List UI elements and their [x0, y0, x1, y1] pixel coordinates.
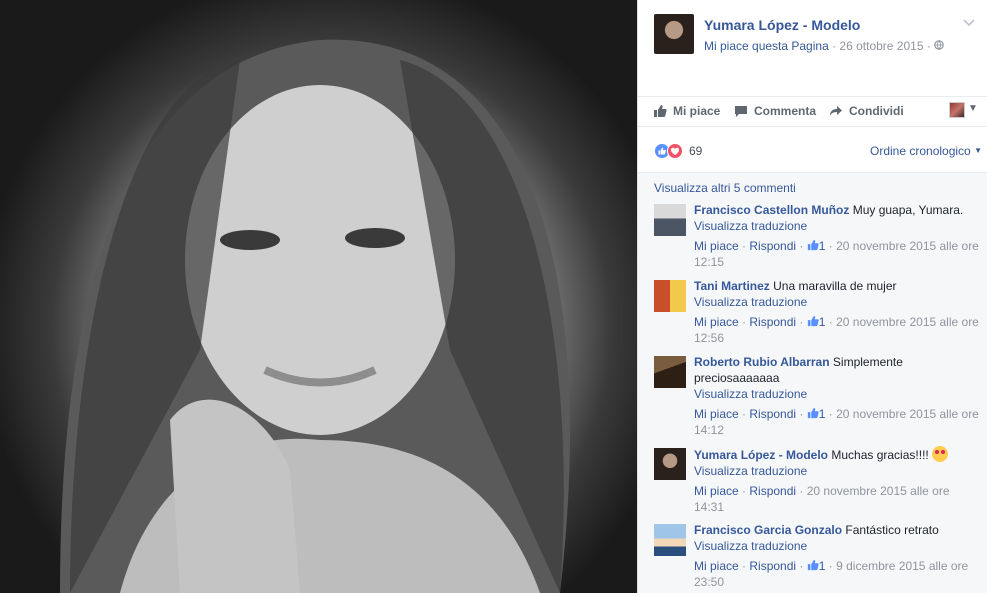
globe-icon: [934, 39, 944, 53]
comment-text: Muy guapa, Yumara.: [852, 203, 964, 217]
comment-reply-link[interactable]: Rispondi: [749, 484, 796, 498]
reaction-count[interactable]: 69: [689, 144, 702, 158]
comment-text: Una maravilla de mujer: [773, 279, 897, 293]
sort-label: Ordine cronologico: [870, 144, 971, 158]
comment-text: Muchas gracias!!!!: [831, 448, 929, 462]
thumbs-up-icon: [807, 559, 819, 571]
thumbs-up-icon: [653, 104, 667, 118]
view-more-comments-link[interactable]: Visualizza altri 5 commenti: [654, 181, 796, 195]
post-sidebar: Yumara López - Modelo Mi piace questa Pa…: [637, 0, 987, 593]
avatar[interactable]: [654, 448, 686, 480]
comment-author[interactable]: Roberto Rubio Albarran: [694, 355, 830, 369]
view-translation-link[interactable]: Visualizza traduzione: [694, 538, 979, 554]
post-date[interactable]: 26 ottobre 2015: [839, 39, 923, 53]
comment-author[interactable]: Tani Martinez: [694, 279, 770, 293]
portrait-image: [60, 39, 570, 593]
comment-like-count[interactable]: 1: [819, 559, 826, 573]
comment-like-count[interactable]: 1: [819, 315, 826, 329]
page-avatar[interactable]: [654, 14, 694, 54]
heart-reaction-icon[interactable]: [667, 143, 683, 159]
view-translation-link[interactable]: Visualizza traduzione: [694, 386, 979, 402]
view-translation-link[interactable]: Visualizza traduzione: [694, 463, 979, 479]
view-translation-link[interactable]: Visualizza traduzione: [694, 218, 979, 234]
comment-author[interactable]: Yumara López - Modelo: [694, 448, 828, 462]
comment-author[interactable]: Francisco Garcia Gonzalo: [694, 523, 842, 537]
comment-button-label: Commenta: [754, 104, 817, 118]
comment-button[interactable]: Commenta: [734, 104, 816, 118]
comment-meta: Mi piace · Rispondi · 1 · 20 novembre 20…: [694, 315, 979, 345]
like-button[interactable]: Mi piace: [653, 104, 720, 118]
share-button[interactable]: Condividi: [829, 104, 904, 118]
page-name-link[interactable]: Yumara López - Modelo: [704, 17, 860, 33]
comment-meta: Mi piace · Rispondi · 1 · 9 dicembre 201…: [694, 559, 969, 589]
comment-meta: Mi piace · Rispondi · 1 · 20 novembre 20…: [694, 407, 979, 437]
comment-like-link[interactable]: Mi piace: [694, 407, 739, 421]
like-page-link[interactable]: Mi piace questa Pagina: [704, 39, 829, 53]
comment-like-count[interactable]: 1: [819, 239, 826, 253]
caret-down-icon[interactable]: ▼: [968, 103, 978, 114]
comment-like-count[interactable]: 1: [819, 407, 826, 421]
thumbs-up-icon: [807, 315, 819, 327]
comment-like-link[interactable]: Mi piace: [694, 315, 739, 329]
thumbs-up-icon: [807, 407, 819, 419]
avatar[interactable]: [654, 204, 686, 236]
comment-like-link[interactable]: Mi piace: [694, 239, 739, 253]
comment-reply-link[interactable]: Rispondi: [749, 559, 796, 573]
reactions-bar: 69 Ordine cronologico ▼: [638, 126, 987, 172]
avatar[interactable]: [654, 356, 686, 388]
thumbs-up-icon: [807, 239, 819, 251]
comment-author[interactable]: Francisco Castellon Muñoz: [694, 203, 849, 217]
comment-like-link[interactable]: Mi piace: [694, 484, 739, 498]
avatar[interactable]: [654, 524, 686, 556]
post-header: Yumara López - Modelo Mi piace questa Pa…: [638, 0, 987, 96]
caret-down-icon: ▼: [974, 146, 982, 155]
avatar[interactable]: [654, 280, 686, 312]
post-actions: Mi piace Commenta Condividi ▼: [638, 96, 987, 126]
heart-eyes-emoji-icon: [932, 446, 949, 462]
share-arrow-icon: [829, 104, 843, 118]
comment-meta: Mi piace · Rispondi · 20 novembre 2015 a…: [694, 484, 950, 514]
chevron-down-icon[interactable]: [963, 16, 977, 30]
comments-section: Visualizza altri 5 commenti Francisco Ca…: [638, 172, 987, 593]
comment-reply-link[interactable]: Rispondi: [749, 315, 796, 329]
comment-text: Fantástico retrato: [845, 523, 939, 537]
viewer-avatar[interactable]: [949, 102, 965, 118]
comment-like-link[interactable]: Mi piace: [694, 559, 739, 573]
share-button-label: Condividi: [849, 104, 904, 118]
post-meta: Mi piace questa Pagina · 26 ottobre 2015…: [704, 39, 944, 53]
view-translation-link[interactable]: Visualizza traduzione: [694, 294, 979, 310]
comment-reply-link[interactable]: Rispondi: [749, 239, 796, 253]
comment-icon: [734, 104, 748, 118]
post-photo[interactable]: [0, 0, 637, 593]
sort-dropdown[interactable]: Ordine cronologico ▼: [870, 144, 982, 158]
like-button-label: Mi piace: [673, 104, 721, 118]
comment-reply-link[interactable]: Rispondi: [749, 407, 796, 421]
comment-meta: Mi piace · Rispondi · 1 · 20 novembre 20…: [694, 239, 979, 269]
